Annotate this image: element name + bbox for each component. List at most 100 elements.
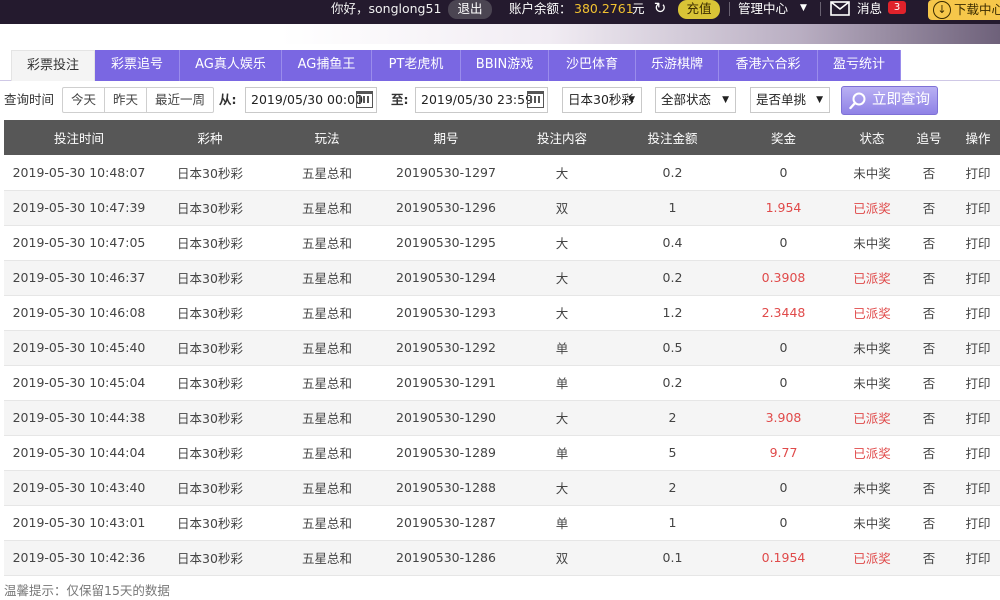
bet-content-cell: 单 xyxy=(504,435,620,471)
chase-cell: 否 xyxy=(902,470,956,506)
print-link[interactable]: 打印 xyxy=(956,435,1000,471)
from-label: 从: xyxy=(219,92,237,107)
caret-down-icon[interactable]: ▼ xyxy=(800,0,807,17)
yesterday-button[interactable]: 昨天 xyxy=(105,88,148,112)
status-cell: 已派奖 xyxy=(842,540,902,576)
print-link[interactable]: 打印 xyxy=(956,400,1000,436)
bets-table: 投注时间 彩种 玩法 期号 投注内容 投注金额 奖金 状态 追号 操作 2019… xyxy=(4,120,1000,576)
quick-range-group: 今天 昨天 最近一周 xyxy=(62,87,215,113)
tab-leyou-cards[interactable]: 乐游棋牌 xyxy=(636,50,719,81)
status-cell: 已派奖 xyxy=(842,295,902,331)
chase-cell: 否 xyxy=(902,435,956,471)
last-week-button[interactable]: 最近一周 xyxy=(147,88,213,112)
prize-cell: 0 xyxy=(725,365,842,401)
filter-bar: 查询时间 今天 昨天 最近一周 从: 2019/05/30 00:00 至: 2… xyxy=(0,86,1000,115)
tab-hk-mark-six[interactable]: 香港六合彩 xyxy=(719,50,818,81)
bet-time-cell: 2019-05-30 10:43:40 xyxy=(4,470,154,506)
print-link[interactable]: 打印 xyxy=(956,190,1000,226)
print-link[interactable]: 打印 xyxy=(956,295,1000,331)
bet-amount-cell: 1.2 xyxy=(620,295,725,331)
bet-time-cell: 2019-05-30 10:44:38 xyxy=(4,400,154,436)
bet-amount-cell: 0.5 xyxy=(620,330,725,366)
category-tabs: 彩票投注 彩票追号 AG真人娱乐 AG捕鱼王 PT老虎机 BBIN游戏 沙巴体育… xyxy=(0,50,1000,81)
issue-cell: 20190530-1289 xyxy=(388,435,504,471)
tab-profit-stats[interactable]: 盈亏统计 xyxy=(818,50,901,81)
print-link[interactable]: 打印 xyxy=(956,260,1000,296)
download-icon[interactable]: ↓ xyxy=(933,1,951,19)
balance-label: 账户余额： xyxy=(509,1,572,16)
calendar-icon[interactable] xyxy=(356,91,373,108)
status-cell: 未中奖 xyxy=(842,155,902,191)
table-row: 2019-05-30 10:44:38 日本30秒彩 五星总和 20190530-12… xyxy=(4,400,1000,436)
lottery-cell: 日本30秒彩 xyxy=(154,540,266,576)
single-pick-value: 是否单挑 xyxy=(756,92,807,107)
print-link[interactable]: 打印 xyxy=(956,505,1000,541)
search-button[interactable]: 立即查询 xyxy=(841,86,938,115)
bet-amount-cell: 0.2 xyxy=(620,155,725,191)
balance-unit: 元 xyxy=(632,1,645,16)
status-cell: 已派奖 xyxy=(842,260,902,296)
print-link[interactable]: 打印 xyxy=(956,540,1000,576)
notice-text: 温馨提示：仅保留15天的数据 xyxy=(4,583,170,598)
issue-cell: 20190530-1287 xyxy=(388,505,504,541)
refresh-icon[interactable]: ↻ xyxy=(651,0,669,17)
col-bet-time: 投注时间 xyxy=(4,120,154,155)
calendar-icon[interactable] xyxy=(527,91,544,108)
single-pick-select[interactable]: 是否单挑 ▼ xyxy=(750,87,830,113)
bet-content-cell: 双 xyxy=(504,540,620,576)
prize-cell: 0.3908 xyxy=(725,260,842,296)
caret-down-icon: ▼ xyxy=(816,95,823,105)
bet-content-cell: 单 xyxy=(504,330,620,366)
tab-lottery-chase[interactable]: 彩票追号 xyxy=(95,50,180,81)
col-play-type: 玩法 xyxy=(266,120,388,155)
top-bar: 你好，songlong51 退出 账户余额： 380.2761 元 ↻ 充值 管… xyxy=(0,0,1000,24)
bets-table-container: 投注时间 彩种 玩法 期号 投注内容 投注金额 奖金 状态 追号 操作 2019… xyxy=(4,120,1000,576)
chase-cell: 否 xyxy=(902,260,956,296)
table-row: 2019-05-30 10:46:08 日本30秒彩 五星总和 20190530-12… xyxy=(4,295,1000,331)
tab-ag-fishing[interactable]: AG捕鱼王 xyxy=(282,50,372,81)
play-type-cell: 五星总和 xyxy=(266,260,388,296)
prize-cell: 1.954 xyxy=(725,190,842,226)
status-select[interactable]: 全部状态 ▼ xyxy=(655,87,736,113)
bet-time-cell: 2019-05-30 10:47:05 xyxy=(4,225,154,261)
messages-link[interactable]: 消息 xyxy=(857,0,882,17)
tab-pt-slots[interactable]: PT老虎机 xyxy=(372,50,461,81)
bet-content-cell: 双 xyxy=(504,190,620,226)
bet-content-cell: 单 xyxy=(504,365,620,401)
play-type-cell: 五星总和 xyxy=(266,225,388,261)
status-cell: 未中奖 xyxy=(842,330,902,366)
header-accent-band xyxy=(0,24,1000,44)
issue-cell: 20190530-1295 xyxy=(388,225,504,261)
tab-bbin-games[interactable]: BBIN游戏 xyxy=(461,50,549,81)
manage-center-menu[interactable]: 管理中心 xyxy=(738,0,788,17)
tab-lottery-bets[interactable]: 彩票投注 xyxy=(11,50,95,81)
issue-cell: 20190530-1293 xyxy=(388,295,504,331)
bet-amount-cell: 0.1 xyxy=(620,540,725,576)
print-link[interactable]: 打印 xyxy=(956,365,1000,401)
bet-content-cell: 大 xyxy=(504,225,620,261)
issue-cell: 20190530-1296 xyxy=(388,190,504,226)
lottery-cell: 日本30秒彩 xyxy=(154,330,266,366)
col-bet-content: 投注内容 xyxy=(504,120,620,155)
recharge-button[interactable]: 充值 xyxy=(678,0,720,19)
tab-saba-sports[interactable]: 沙巴体育 xyxy=(549,50,636,81)
logout-button[interactable]: 退出 xyxy=(448,0,492,19)
print-link[interactable]: 打印 xyxy=(956,155,1000,191)
lottery-type-value: 日本30秒彩 xyxy=(568,92,634,107)
print-link[interactable]: 打印 xyxy=(956,470,1000,506)
lottery-cell: 日本30秒彩 xyxy=(154,365,266,401)
lottery-type-select[interactable]: 日本30秒彩 ▼ xyxy=(562,87,642,113)
print-link[interactable]: 打印 xyxy=(956,225,1000,261)
bet-amount-cell: 2 xyxy=(620,470,725,506)
tab-ag-live[interactable]: AG真人娱乐 xyxy=(180,50,282,81)
bet-amount-cell: 2 xyxy=(620,400,725,436)
status-cell: 未中奖 xyxy=(842,225,902,261)
caret-down-icon: ▼ xyxy=(722,95,729,105)
prize-cell: 0.1954 xyxy=(725,540,842,576)
envelope-icon[interactable] xyxy=(830,1,850,16)
today-button[interactable]: 今天 xyxy=(63,88,106,112)
print-link[interactable]: 打印 xyxy=(956,330,1000,366)
play-type-cell: 五星总和 xyxy=(266,400,388,436)
bet-content-cell: 大 xyxy=(504,260,620,296)
bet-time-cell: 2019-05-30 10:48:07 xyxy=(4,155,154,191)
